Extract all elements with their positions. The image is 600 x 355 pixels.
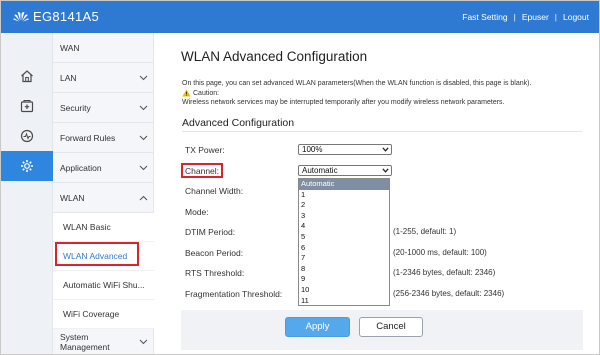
page-title: WLAN Advanced Configuration [181, 49, 368, 64]
side-menu: WAN LAN Security Forward Rules Applicati… [53, 33, 154, 354]
warning-icon [182, 89, 191, 97]
submenu-wlan-basic[interactable]: WLAN Basic [53, 213, 154, 242]
channel-option[interactable]: 10 [299, 285, 389, 296]
channel-option[interactable]: 3 [299, 211, 389, 222]
channel-width-label: Channel Width: [185, 186, 244, 196]
logout-link[interactable]: Logout [563, 12, 589, 22]
chevron-down-icon [139, 105, 148, 110]
beacon-hint: (20-1000 ms, default: 100) [393, 248, 487, 257]
tx-power-value: 100% [302, 145, 323, 154]
menu-item-lan[interactable]: LAN [53, 63, 154, 93]
tx-power-label: TX Power: [185, 145, 225, 155]
icon-rail [1, 33, 53, 354]
channel-option[interactable]: 4 [299, 221, 389, 232]
chevron-down-icon [139, 75, 148, 80]
tx-power-select[interactable]: 100% [298, 144, 392, 155]
submenu-label: WLAN Basic [63, 222, 111, 232]
mode-label: Mode: [185, 207, 209, 217]
rts-hint: (1-2346 bytes, default: 2346) [393, 268, 496, 277]
submenu-automatic-wifi-shutdown[interactable]: Automatic WiFi Shu... [53, 271, 154, 300]
fast-setting-link[interactable]: Fast Setting [462, 12, 507, 22]
rts-label: RTS Threshold: [185, 268, 245, 278]
submenu-wifi-coverage[interactable]: WiFi Coverage [53, 300, 154, 329]
channel-dropdown-list: Automatic 1 2 3 4 5 6 7 8 9 10 11 [298, 178, 390, 306]
menu-item-wlan[interactable]: WLAN [53, 183, 154, 213]
menu-item-label: Application [60, 162, 102, 173]
chevron-down-icon [139, 165, 148, 170]
fragmentation-label: Fragmentation Threshold: [185, 289, 283, 299]
link-separator: | [554, 12, 557, 22]
chevron-down-icon [139, 339, 148, 344]
link-separator: | [513, 12, 516, 22]
menu-item-label: WAN [60, 42, 80, 53]
rail-application[interactable] [1, 151, 53, 181]
menu-item-label: WLAN [60, 192, 85, 203]
channel-option[interactable]: Automatic [299, 179, 389, 190]
dtim-hint: (1-255, default: 1) [393, 227, 457, 236]
apply-button[interactable]: Apply [285, 317, 350, 337]
menu-item-label: Forward Rules [60, 132, 116, 143]
channel-option[interactable]: 1 [299, 190, 389, 201]
submenu-label: Automatic WiFi Shu... [63, 280, 145, 290]
rail-security[interactable] [1, 91, 53, 121]
section-title: Advanced Configuration [182, 117, 295, 129]
main-content: WLAN Advanced Configuration On this page… [155, 33, 599, 354]
menu-item-wan[interactable]: WAN [53, 33, 154, 63]
menu-item-forward-rules[interactable]: Forward Rules [53, 123, 154, 153]
submenu-wlan-advanced[interactable]: WLAN Advanced [53, 242, 154, 271]
chevron-down-icon [382, 168, 389, 173]
page-description: On this page, you can set advanced WLAN … [182, 79, 582, 108]
security-icon [20, 100, 34, 113]
menu-item-security[interactable]: Security [53, 93, 154, 123]
channel-value: Automatic [302, 166, 338, 175]
channel-option[interactable]: 5 [299, 232, 389, 243]
menu-item-label: System Management [60, 331, 110, 352]
channel-option[interactable]: 11 [299, 296, 389, 307]
user-link[interactable]: Epuser [522, 12, 549, 22]
description-text: On this page, you can set advanced WLAN … [182, 80, 532, 87]
menu-item-application[interactable]: Application [53, 153, 154, 183]
submenu-label: WiFi Coverage [63, 309, 120, 319]
menu-item-label: Security [60, 102, 91, 113]
menu-item-label: LAN [60, 72, 77, 83]
menu-item-system-management[interactable]: System Management [53, 329, 154, 354]
application-icon [21, 160, 33, 172]
top-bar: EG8141A5 Fast Setting | Epuser | Logout [1, 1, 599, 33]
channel-option[interactable]: 9 [299, 274, 389, 285]
channel-label: Channel: [185, 166, 220, 176]
section-divider [182, 131, 582, 132]
fragmentation-hint: (256-2346 bytes, default: 2346) [393, 289, 505, 298]
channel-option[interactable]: 2 [299, 200, 389, 211]
forward-rules-icon [20, 129, 34, 143]
chevron-down-icon [139, 135, 148, 140]
brand-name: EG8141A5 [33, 9, 100, 24]
caution-text: Wireless network services may be interru… [182, 99, 505, 106]
caution-row: Caution: [182, 89, 582, 99]
channel-option[interactable]: 8 [299, 264, 389, 275]
beacon-label: Beacon Period: [185, 248, 244, 258]
rail-home[interactable] [1, 61, 53, 91]
submenu-label: WLAN Advanced [63, 251, 128, 261]
home-icon [21, 70, 33, 83]
dtim-label: DTIM Period: [185, 227, 236, 237]
channel-select[interactable]: Automatic [298, 165, 392, 176]
rail-forward-rules[interactable] [1, 121, 53, 151]
channel-option[interactable]: 7 [299, 253, 389, 264]
caution-label: Caution: [193, 89, 220, 97]
huawei-logo-icon [13, 11, 29, 22]
channel-option[interactable]: 6 [299, 243, 389, 254]
cancel-button[interactable]: Cancel [359, 317, 423, 337]
top-links: Fast Setting | Epuser | Logout [462, 12, 589, 22]
chevron-down-icon [382, 147, 389, 152]
chevron-up-icon [139, 195, 148, 200]
